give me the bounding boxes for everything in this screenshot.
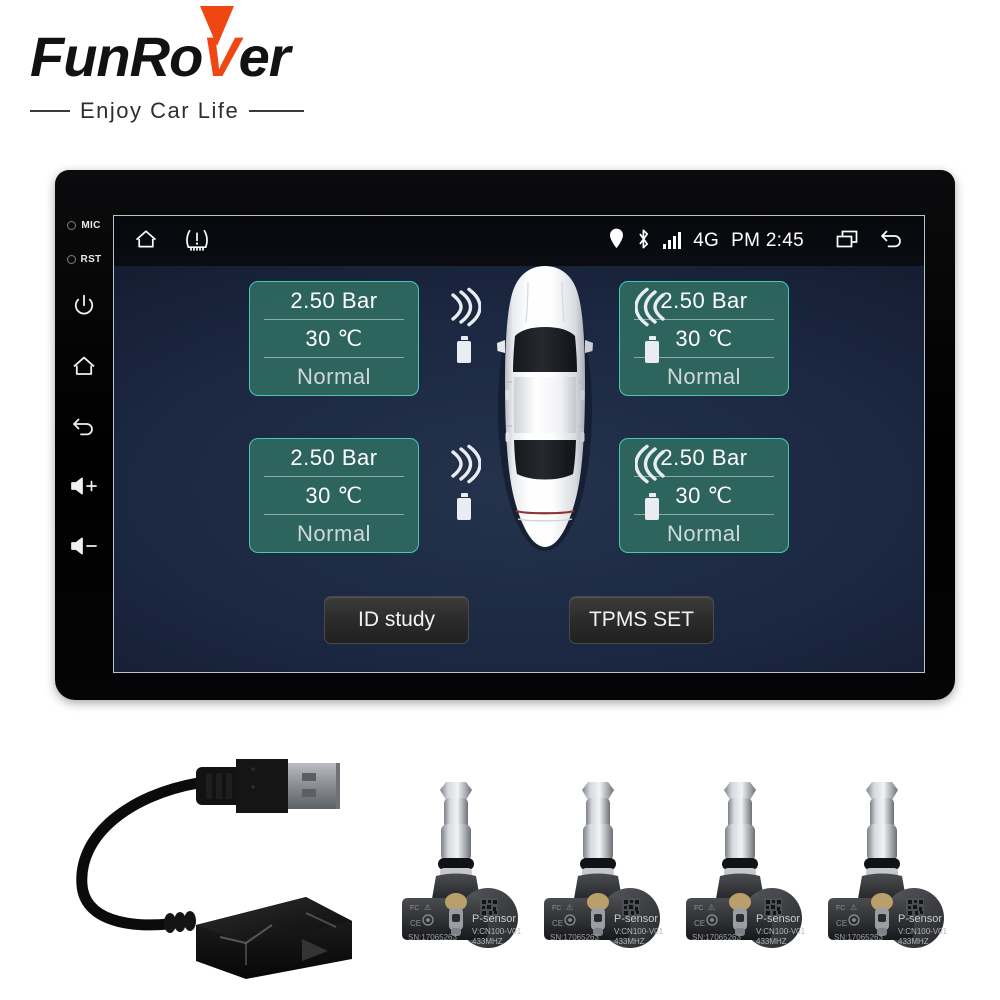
tire-temperature-value: 30 ℃ <box>264 319 404 357</box>
touchscreen-display[interactable]: 4G PM 2:45 2.50 Bar 30 ℃ Normal 2.50 Bar… <box>113 215 925 673</box>
clock-label: PM 2:45 <box>731 230 804 251</box>
reset-led-dot[interactable] <box>66 254 76 264</box>
svg-text:⚠: ⚠ <box>566 903 573 912</box>
svg-text:FC: FC <box>552 905 561 912</box>
volume-up-icon <box>69 475 99 497</box>
recents-icon[interactable] <box>834 227 862 256</box>
svg-text:⚠: ⚠ <box>708 903 715 912</box>
svg-text:SN:17065263: SN:17065263 <box>692 933 741 942</box>
back-button[interactable] <box>62 396 106 456</box>
sensor-battery-icon <box>457 493 471 520</box>
tpms-sensor-1: FC ⚠ CE SN:17065263 P-sensor V:CN100-V01… <box>388 770 538 955</box>
svg-text:P-sensor: P-sensor <box>898 913 942 925</box>
usb-receiver-module <box>70 725 360 980</box>
tire-temperature-value: 30 ℃ <box>264 476 404 514</box>
tire-pressure-value: 2.50 Bar <box>290 287 378 313</box>
sensor-signal-rear-right <box>629 441 675 520</box>
tire-status-value: Normal <box>264 514 404 552</box>
brand-wordmark: FunRoVer <box>30 6 360 92</box>
sensor-battery-icon <box>645 493 659 520</box>
tpms-warning-icon[interactable] <box>182 225 212 258</box>
back-arrow-icon[interactable] <box>878 227 906 256</box>
car-head-unit: MIC RST 4G PM 2:45 2.50 Bar 30 ℃ Normal … <box>55 170 955 700</box>
back-arrow-icon <box>70 414 98 438</box>
brand-name-part2: er <box>238 25 291 88</box>
signal-waves-icon <box>441 441 487 487</box>
network-type-label: 4G <box>693 230 720 251</box>
svg-text:CE: CE <box>694 919 705 928</box>
brand-tagline: Enjoy Car Life <box>80 98 240 123</box>
brand-logo: FunRoVer Enjoy Car Life <box>30 6 360 132</box>
home-icon <box>70 353 98 379</box>
sensor-battery-icon <box>457 336 471 363</box>
svg-text:433MHZ: 433MHZ <box>898 937 929 946</box>
brand-tagline-row: Enjoy Car Life <box>30 98 360 124</box>
reset-label: RST <box>80 253 102 265</box>
location-pin-icon <box>609 228 624 254</box>
power-icon <box>71 293 97 319</box>
mic-label: MIC <box>81 219 101 231</box>
tagline-rule-left <box>30 110 70 112</box>
svg-text:433MHZ: 433MHZ <box>756 937 787 946</box>
svg-text:CE: CE <box>552 919 563 928</box>
brand-name-accent-v: V <box>200 6 240 92</box>
sensor-signal-front-left <box>441 284 487 363</box>
tire-panel-rear-left[interactable]: 2.50 Bar 30 ℃ Normal <box>249 438 419 553</box>
tpms-sensor-2: FC ⚠ CE SN:17065263 P-sensor V:CN100-V01… <box>530 770 680 955</box>
signal-bars-icon <box>663 232 682 249</box>
reset-indicator[interactable]: RST <box>66 242 102 276</box>
sensor-serial: SN:17065263 <box>408 933 457 942</box>
svg-text:433MHZ: 433MHZ <box>614 937 645 946</box>
sensor-product-name: P-sensor <box>472 913 516 925</box>
svg-text:P-sensor: P-sensor <box>614 913 658 925</box>
volume-down-button[interactable] <box>62 516 106 576</box>
id-study-button[interactable]: ID study <box>324 596 469 644</box>
tire-panel-front-left[interactable]: 2.50 Bar 30 ℃ Normal <box>249 281 419 396</box>
hardware-button-rail: MIC RST <box>55 170 113 700</box>
bluetooth-icon <box>636 228 651 255</box>
svg-text:SN:17065263: SN:17065263 <box>834 933 883 942</box>
power-button[interactable] <box>62 276 106 336</box>
svg-text:SN:17065263: SN:17065263 <box>550 933 599 942</box>
sensor-mark-fc: FC <box>410 905 419 912</box>
svg-text:FC: FC <box>836 905 845 912</box>
svg-text:⚠: ⚠ <box>424 903 431 912</box>
tire-pressure-value: 2.50 Bar <box>290 444 378 470</box>
home-icon[interactable] <box>132 226 160 257</box>
volume-down-icon <box>69 535 99 557</box>
mic-indicator: MIC <box>67 208 100 242</box>
status-bar: 4G PM 2:45 <box>114 216 924 266</box>
sensor-signal-front-right <box>629 284 675 363</box>
sensor-battery-icon <box>645 336 659 363</box>
signal-waves-icon <box>629 441 675 487</box>
svg-text:V:CN100-V01: V:CN100-V01 <box>614 927 664 936</box>
tpms-sensor-3: FC ⚠ CE SN:17065263 P-sensor V:CN100-V01… <box>672 770 822 955</box>
sensor-version: V:CN100-V01 <box>472 927 522 936</box>
signal-waves-icon <box>629 284 675 330</box>
tagline-rule-right <box>249 110 305 112</box>
svg-text:P-sensor: P-sensor <box>756 913 800 925</box>
tpms-set-button[interactable]: TPMS SET <box>569 596 714 644</box>
home-button[interactable] <box>62 336 106 396</box>
sensor-signal-rear-left <box>441 441 487 520</box>
svg-text:V:CN100-V01: V:CN100-V01 <box>898 927 948 936</box>
mic-led-dot <box>67 220 77 230</box>
sensor-frequency: 433MHZ <box>472 937 503 946</box>
svg-text:FC: FC <box>694 905 703 912</box>
tire-status-value: Normal <box>264 357 404 395</box>
tpms-sensor-4: FC ⚠ CE SN:17065263 P-sensor V:CN100-V01… <box>814 770 964 955</box>
svg-text:CE: CE <box>410 919 421 928</box>
car-top-view-illustration <box>496 264 594 551</box>
tpms-action-buttons: ID study TPMS SET <box>114 596 924 644</box>
volume-up-button[interactable] <box>62 456 106 516</box>
svg-text:V:CN100-V01: V:CN100-V01 <box>756 927 806 936</box>
svg-text:CE: CE <box>836 919 847 928</box>
svg-text:⚠: ⚠ <box>850 903 857 912</box>
signal-waves-icon <box>441 284 487 330</box>
brand-name-part1: FunRo <box>30 25 203 88</box>
